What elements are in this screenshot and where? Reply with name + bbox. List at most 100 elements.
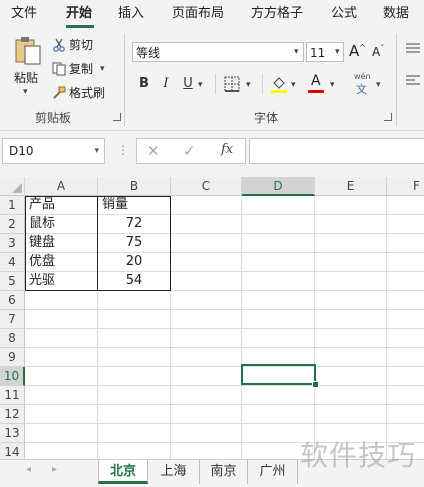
cell-e4[interactable] [315,253,387,272]
bold-button[interactable]: B [136,75,152,93]
cell-c10[interactable] [171,367,242,386]
next-sheet-icon[interactable]: ▸ [52,464,57,475]
column-header-d[interactable]: D [242,177,315,196]
borders-dropdown-icon[interactable]: ▾ [246,80,251,90]
name-box-dropdown-icon[interactable]: ▾ [94,139,99,163]
cell-c2[interactable] [171,215,242,234]
font-color-dropdown-icon[interactable]: ▾ [330,80,335,90]
cell-c3[interactable] [171,234,242,253]
cell-c11[interactable] [171,386,242,405]
cell-d7[interactable] [242,310,315,329]
cell-f3[interactable] [387,234,424,253]
cell-f7[interactable] [387,310,424,329]
sheet-tab-shanghai[interactable]: 上海 [148,460,200,484]
tab-fangfang[interactable]: 方方格子 [251,4,303,24]
column-header-e[interactable]: E [315,177,387,196]
cell-c6[interactable] [171,291,242,310]
cell-d6[interactable] [242,291,315,310]
formula-input[interactable] [249,138,424,164]
cell-b8[interactable] [98,329,171,348]
cell-f1[interactable] [387,196,424,215]
cell-e11[interactable] [315,386,387,405]
align-left-icon[interactable] [406,74,420,88]
cell-a11[interactable] [25,386,98,405]
fill-color-dropdown-icon[interactable]: ▾ [291,80,296,90]
cell-e1[interactable] [315,196,387,215]
cell-f12[interactable] [387,405,424,424]
cell-e10[interactable] [315,367,387,386]
column-header-c[interactable]: C [171,177,242,196]
cell-c9[interactable] [171,348,242,367]
tab-formulas[interactable]: 公式 [331,4,357,24]
tab-file[interactable]: 文件 [11,4,37,24]
cell-a9[interactable] [25,348,98,367]
cell-f4[interactable] [387,253,424,272]
cell-d11[interactable] [242,386,315,405]
name-box[interactable]: D10 ▾ [2,138,105,164]
tab-page-layout[interactable]: 页面布局 [172,4,224,24]
clipboard-launcher-icon[interactable] [113,113,121,121]
row-header-10[interactable]: 10 [0,367,25,386]
column-header-a[interactable]: A [25,177,98,196]
cell-f5[interactable] [387,272,424,291]
sheet-tab-guangzhou[interactable]: 广州 [248,460,298,484]
shrink-font-button[interactable]: Aˇ [372,44,384,59]
cell-d1[interactable] [242,196,315,215]
cell-b9[interactable] [98,348,171,367]
underline-dropdown-icon[interactable]: ▾ [198,80,203,90]
row-header-8[interactable]: 8 [0,329,25,348]
cell-d4[interactable] [242,253,315,272]
cancel-icon[interactable]: ✕ [147,142,160,160]
cell-e9[interactable] [315,348,387,367]
cell-d5[interactable] [242,272,315,291]
cell-e6[interactable] [315,291,387,310]
cell-b6[interactable] [98,291,171,310]
cell-a4[interactable]: 优盘 [25,253,98,272]
cell-c4[interactable] [171,253,242,272]
copy-button[interactable]: 复制 ▾ [52,60,105,77]
underline-button[interactable]: U [180,75,196,93]
cell-c7[interactable] [171,310,242,329]
cell-a1[interactable]: 产品 [25,196,98,215]
sheet-tab-nanjing[interactable]: 南京 [200,460,248,484]
cell-c13[interactable] [171,424,242,443]
cell-b3[interactable]: 75 [98,234,171,253]
sheet-tab-beijing[interactable]: 北京 [98,460,148,484]
cell-e7[interactable] [315,310,387,329]
font-launcher-icon[interactable] [384,113,392,121]
align-top-icon[interactable] [406,42,420,56]
cell-d12[interactable] [242,405,315,424]
font-name-dropdown-icon[interactable]: ▾ [294,47,299,57]
row-header-13[interactable]: 13 [0,424,25,443]
cell-b1[interactable]: 销量 [98,196,171,215]
row-header-12[interactable]: 12 [0,405,25,424]
italic-button[interactable]: I [158,75,174,93]
worksheet-grid[interactable]: A B C D E F 1 2 3 4 5 6 7 8 9 10 11 12 13 14 产品 销量 鼠标 72… [0,177,424,459]
cell-c8[interactable] [171,329,242,348]
cell-d3[interactable] [242,234,315,253]
cell-b12[interactable] [98,405,171,424]
column-header-b[interactable]: B [98,177,171,196]
cell-b5[interactable]: 54 [98,272,171,291]
copy-dropdown-icon[interactable]: ▾ [100,64,105,74]
cell-a13[interactable] [25,424,98,443]
cell-b13[interactable] [98,424,171,443]
cell-b2[interactable]: 72 [98,215,171,234]
phonetic-button[interactable]: wén 文 [352,72,374,96]
row-header-9[interactable]: 9 [0,348,25,367]
cell-c12[interactable] [171,405,242,424]
row-header-2[interactable]: 2 [0,215,25,234]
cell-e2[interactable] [315,215,387,234]
cell-b7[interactable] [98,310,171,329]
paste-button[interactable]: 粘贴 ▾ [10,36,46,106]
cell-b10[interactable] [98,367,171,386]
cell-f10[interactable] [387,367,424,386]
insert-function-button[interactable]: fx [221,142,233,157]
font-size-dropdown-icon[interactable]: ▾ [335,47,340,57]
fill-handle[interactable] [312,381,319,388]
selected-cell-outline[interactable] [241,364,316,385]
cell-e5[interactable] [315,272,387,291]
font-color-button[interactable]: A [308,73,326,95]
cell-f6[interactable] [387,291,424,310]
paste-dropdown-icon[interactable]: ▾ [23,87,28,97]
